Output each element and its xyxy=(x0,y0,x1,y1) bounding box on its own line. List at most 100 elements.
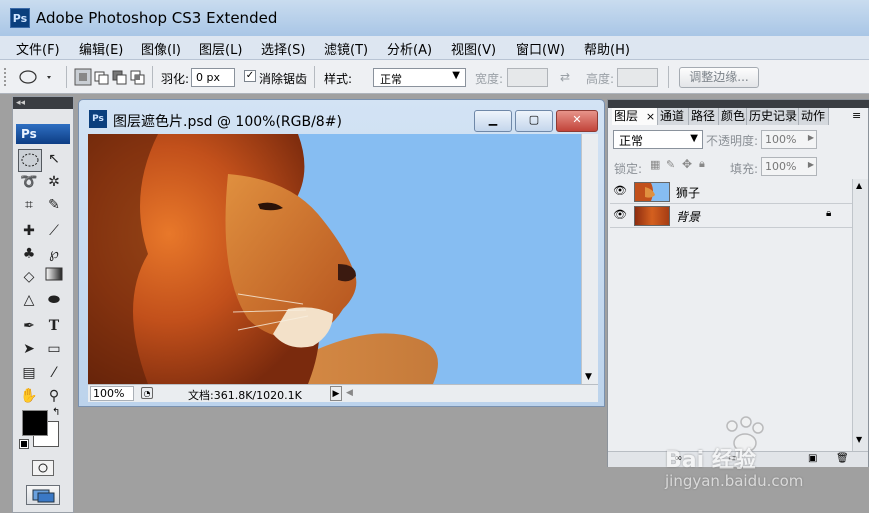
close-button[interactable]: ✕ xyxy=(556,110,598,132)
menu-help[interactable]: 帮助(H) xyxy=(584,39,630,58)
tab-history[interactable]: 历史记录 xyxy=(747,108,799,125)
height-input[interactable] xyxy=(617,68,658,87)
menu-image[interactable]: 图像(I) xyxy=(141,39,181,58)
slice-tool[interactable]: ✎ xyxy=(43,195,65,216)
watermark-url: jingyan.baidu.com xyxy=(665,472,804,490)
swap-width-height-icon[interactable]: ⇄ xyxy=(560,70,570,84)
opacity-input[interactable]: 100% ▶ xyxy=(761,130,817,149)
blur-tool[interactable]: △ xyxy=(18,290,40,311)
opacity-slider-arrow-icon[interactable]: ▶ xyxy=(808,133,814,142)
clone-stamp-tool[interactable]: ♣ xyxy=(18,244,40,265)
style-select[interactable]: 正常 ▼ xyxy=(373,68,466,87)
width-label: 宽度: xyxy=(475,72,504,86)
tab-color[interactable]: 颜色 xyxy=(719,108,747,125)
lasso-tool[interactable]: ➰ xyxy=(18,172,40,193)
lock-transparent-icon[interactable]: ▦ xyxy=(650,158,660,171)
magnifier-icon: ⚲ xyxy=(48,388,60,404)
layer-row-background[interactable]: 👁︎ 背景 🔒︎ xyxy=(610,204,854,228)
magic-wand-icon: ✲ xyxy=(48,174,60,190)
healing-brush-tool[interactable]: ✚ xyxy=(18,221,40,242)
hand-tool[interactable]: ✋ xyxy=(18,386,40,407)
tools-panel-header[interactable]: ◂◂ xyxy=(13,97,73,109)
layer-thumbnail xyxy=(634,182,670,202)
layer-name: 背景 xyxy=(676,210,701,224)
menu-file[interactable]: 文件(F) xyxy=(16,39,60,58)
tab-paths[interactable]: 路径 xyxy=(689,108,719,125)
status-info-icon[interactable]: ◔ xyxy=(141,387,153,399)
foreground-color-swatch[interactable] xyxy=(22,410,48,436)
style-select-value: 正常 xyxy=(380,73,402,86)
width-input[interactable] xyxy=(507,68,548,87)
lock-all-icon[interactable]: 🔒︎ xyxy=(699,157,705,171)
lion-thumbnail-image xyxy=(635,183,655,201)
move-tool[interactable]: ↖ xyxy=(43,149,65,170)
image-canvas[interactable] xyxy=(88,134,581,384)
crop-tool[interactable]: ⌗ xyxy=(18,195,40,216)
layer-row-lion[interactable]: 👁︎ 狮子 xyxy=(610,180,854,204)
elliptical-marquee-tool[interactable] xyxy=(18,149,42,172)
options-grip[interactable] xyxy=(4,68,8,86)
gradient-tool[interactable] xyxy=(43,267,65,288)
pen-tool[interactable]: ✒ xyxy=(18,316,40,337)
stamp-icon: ♣ xyxy=(22,246,36,262)
type-tool[interactable]: T xyxy=(43,316,65,337)
panel-menu-icon[interactable]: ≡ xyxy=(852,109,861,122)
menu-select[interactable]: 选择(S) xyxy=(261,39,305,58)
menu-window[interactable]: 窗口(W) xyxy=(516,39,565,58)
selection-mode-buttons[interactable] xyxy=(74,68,146,86)
notes-tool[interactable]: ▤ xyxy=(18,363,40,384)
layers-scrollbar[interactable]: ▲ ▼ xyxy=(852,179,868,451)
panel-header[interactable] xyxy=(608,100,869,108)
status-menu-arrow-icon[interactable]: ▶ xyxy=(330,386,342,401)
dodge-tool[interactable]: ⬬ xyxy=(43,290,65,311)
screen-mode-button[interactable] xyxy=(26,485,60,505)
fill-input[interactable]: 100% ▶ xyxy=(761,157,817,176)
lock-pixels-brush-icon[interactable]: ✎ xyxy=(666,158,675,171)
eraser-icon: ◇ xyxy=(23,269,35,285)
minimize-button[interactable]: ▁ xyxy=(474,110,512,132)
document-size-info: 文档:361.8K/1020.1K xyxy=(188,389,302,402)
antialias-label: 消除锯齿 xyxy=(259,72,308,86)
history-brush-tool[interactable]: ℘ xyxy=(43,244,65,265)
eraser-tool[interactable]: ◇ xyxy=(18,267,40,288)
zoom-level-field[interactable]: 100% xyxy=(90,386,134,401)
document-ps-icon: Ps xyxy=(89,110,107,128)
maximize-button[interactable]: ▢ xyxy=(515,110,553,132)
path-selection-tool[interactable]: ➤ xyxy=(18,339,40,360)
tab-close-icon[interactable]: × xyxy=(646,110,655,123)
tab-actions[interactable]: 动作 xyxy=(799,108,829,125)
eyedropper-tool[interactable]: ⁄ xyxy=(43,363,65,384)
photoshop-app-icon: Ps xyxy=(10,8,30,28)
menu-layer[interactable]: 图层(L) xyxy=(199,39,242,58)
magic-wand-tool[interactable]: ✲ xyxy=(43,172,65,193)
tab-layers[interactable]: 图层 × xyxy=(612,108,658,125)
tool-preset-picker[interactable] xyxy=(16,68,56,86)
feather-input[interactable]: 0 px xyxy=(191,68,235,87)
menu-analysis[interactable]: 分析(A) xyxy=(387,39,432,58)
refine-edge-button[interactable]: 调整边缘... xyxy=(679,67,759,88)
eye-visibility-icon[interactable]: 👁︎ xyxy=(612,208,628,222)
fill-slider-arrow-icon[interactable]: ▶ xyxy=(808,160,814,169)
scroll-down-icon[interactable]: ▼ xyxy=(585,372,592,382)
brush-tool[interactable]: ⟋ xyxy=(43,221,65,242)
document-vertical-scrollbar[interactable]: ▼ xyxy=(581,134,598,384)
antialias-checkbox[interactable]: ✓ xyxy=(244,70,256,82)
blend-mode-select[interactable]: 正常 ▼ xyxy=(613,130,703,149)
baidu-jingyan-watermark: Bai 经验 jingyan.baidu.com xyxy=(663,414,863,494)
eye-visibility-icon[interactable]: 👁︎ xyxy=(612,184,628,198)
menu-edit[interactable]: 编辑(E) xyxy=(79,39,123,58)
tab-channels[interactable]: 通道 xyxy=(658,108,689,125)
quick-mask-button[interactable] xyxy=(32,460,54,476)
zoom-tool[interactable]: ⚲ xyxy=(43,386,65,407)
blend-mode-value: 正常 xyxy=(619,134,644,148)
swap-colors-icon[interactable]: ↰ xyxy=(52,407,60,418)
scroll-up-icon[interactable]: ▲ xyxy=(856,181,862,190)
menu-view[interactable]: 视图(V) xyxy=(451,39,496,58)
scroll-left-icon[interactable]: ◀ xyxy=(346,388,353,398)
rectangle-shape-tool[interactable]: ▭ xyxy=(43,339,65,360)
opacity-label: 不透明度: xyxy=(706,134,759,148)
opacity-value: 100% xyxy=(765,133,797,146)
menu-filter[interactable]: 滤镜(T) xyxy=(324,39,368,58)
lock-position-move-icon[interactable]: ✥ xyxy=(682,157,692,171)
default-colors-icon[interactable] xyxy=(19,439,29,449)
